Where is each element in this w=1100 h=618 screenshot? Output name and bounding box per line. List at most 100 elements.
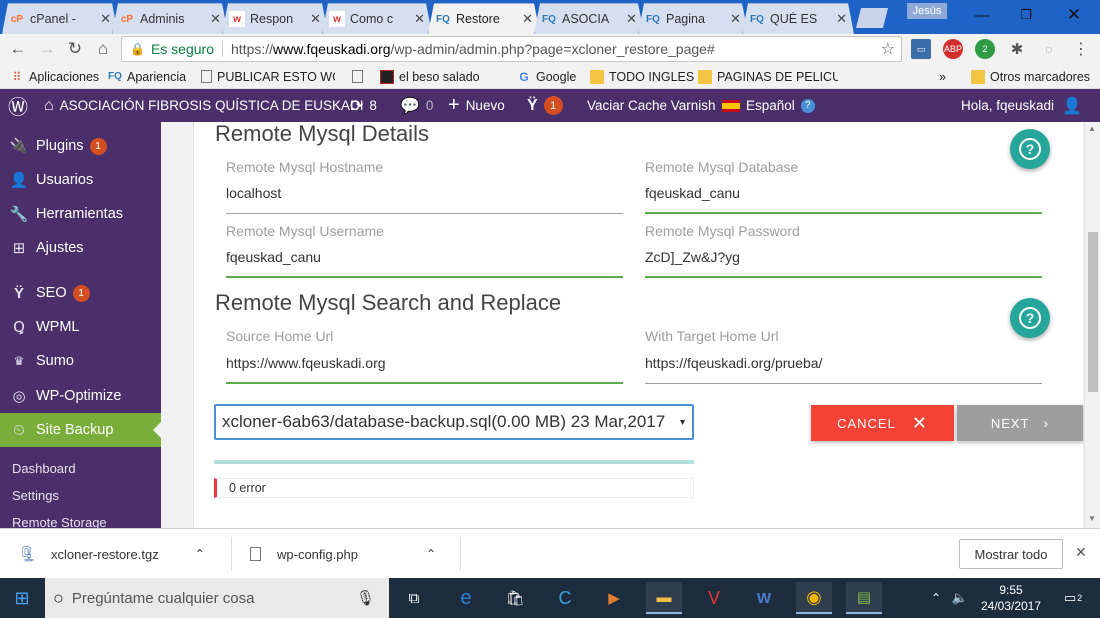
file-explorer-icon[interactable]: ▬: [646, 582, 682, 614]
tab-pagina[interactable]: FQ Pagina ✕: [638, 3, 748, 34]
sidebar-item-ajustes[interactable]: ⊞ Ajustes: [0, 231, 161, 265]
database-input[interactable]: fqeuskad_canu: [645, 185, 740, 201]
sidebar-item-plugins[interactable]: 🔌 Plugins 1: [0, 129, 161, 163]
sidebar-item-herramientas[interactable]: 🔧 Herramientas: [0, 197, 161, 231]
sidebar-item-usuarios[interactable]: 👤 Usuarios: [0, 163, 161, 197]
bookmark-paginas-peliculas[interactable]: PAGINAS DE PELICUL: [698, 68, 838, 85]
chrome-icon[interactable]: ◉: [796, 582, 832, 614]
start-button[interactable]: ⊞: [4, 582, 40, 614]
bookmark-publicar[interactable]: PUBLICAR ESTO WOR: [201, 68, 335, 85]
account-menu[interactable]: Hola, fqeuskadi 👤: [961, 89, 1082, 122]
extension-counter-icon[interactable]: 2: [975, 39, 995, 59]
next-button[interactable]: NEXT ›: [957, 405, 1083, 441]
notifications-icon[interactable]: ▭ 2: [1055, 582, 1091, 614]
bookmark-star-icon[interactable]: ☆: [881, 39, 895, 59]
tab-responder[interactable]: w Respon ✕: [222, 3, 328, 34]
site-name-link[interactable]: ⌂ ASOCIACIÓN FIBROSIS QUÍSTICA DE EUSKAD…: [44, 89, 363, 122]
vivaldi-icon[interactable]: V: [696, 582, 732, 614]
bookmark-todo-ingles[interactable]: TODO INGLES: [590, 68, 694, 85]
download-item-wp-config[interactable]: wp-config.php ⌃: [250, 529, 436, 579]
forward-icon[interactable]: →: [36, 38, 58, 60]
page-scrollbar[interactable]: ▲ ▼: [1084, 122, 1100, 528]
profile-chip[interactable]: Jesús: [907, 3, 947, 19]
seo-adminbar-link[interactable]: Ÿ 1: [527, 89, 563, 122]
bookmark-otros-marcadores[interactable]: Otros marcadores: [971, 68, 1090, 85]
scroll-down-icon[interactable]: ▼: [1088, 514, 1096, 523]
submenu-dashboard[interactable]: Dashboard: [12, 461, 76, 476]
chevron-up-icon[interactable]: ⌃: [195, 547, 205, 561]
show-all-downloads-button[interactable]: Mostrar todo: [959, 539, 1063, 569]
microphone-icon[interactable]: 🎙: [356, 589, 375, 607]
wordpress-logo-icon[interactable]: Ⓦ: [8, 89, 34, 122]
back-icon[interactable]: ←: [7, 38, 29, 60]
minimize-icon[interactable]: —: [962, 4, 1002, 26]
tab-que-es[interactable]: FQ QUÉ ES ✕: [742, 3, 854, 34]
chevron-up-icon[interactable]: ⌃: [426, 547, 436, 561]
volume-icon[interactable]: 🔈: [948, 582, 972, 614]
word-icon[interactable]: W: [746, 582, 782, 614]
password-input[interactable]: ZcD]_Zw&J?yg: [645, 249, 740, 265]
address-bar[interactable]: 🔒 Es seguro https://www.fqeuskadi.org/wp…: [121, 36, 902, 62]
language-switcher[interactable]: Español ?: [722, 89, 815, 122]
close-tab-icon[interactable]: ✕: [100, 11, 111, 27]
scrollbar-thumb[interactable]: [1088, 232, 1098, 392]
tab-restore[interactable]: FQ Restore ✕: [428, 3, 540, 34]
ccleaner-icon[interactable]: C: [547, 582, 583, 614]
tab-como[interactable]: w Como c ✕: [322, 3, 432, 34]
bookmark-apariencia[interactable]: FQ Apariencia: [108, 68, 186, 85]
cancel-button[interactable]: CANCEL ✕: [811, 405, 954, 441]
help-button[interactable]: ?: [1010, 129, 1050, 169]
task-view-icon[interactable]: ⧉: [396, 582, 432, 614]
submenu-settings[interactable]: Settings: [12, 488, 59, 503]
close-tab-icon[interactable]: ✕: [414, 11, 425, 27]
bug-extension-icon[interactable]: ✱: [1007, 39, 1027, 59]
reload-icon[interactable]: ↻: [64, 38, 86, 60]
close-tab-icon[interactable]: ✕: [730, 11, 741, 27]
sidebar-item-wpml[interactable]: Ꝗ WPML: [0, 310, 161, 344]
bookmark-beso-salado[interactable]: el beso salado: [380, 68, 480, 85]
close-tab-icon[interactable]: ✕: [522, 11, 533, 27]
edge-icon[interactable]: e: [448, 582, 484, 614]
close-tab-icon[interactable]: ✕: [626, 11, 637, 27]
help-button[interactable]: ?: [1010, 298, 1050, 338]
close-tab-icon[interactable]: ✕: [836, 11, 847, 27]
bookmark-google[interactable]: G Google: [517, 68, 576, 85]
scroll-up-icon[interactable]: ▲: [1088, 124, 1096, 133]
notepad-icon[interactable]: ▤: [846, 582, 882, 614]
submenu-remote-storage[interactable]: Remote Storage: [12, 515, 107, 528]
store-icon[interactable]: 🛍: [497, 582, 533, 614]
sidebar-item-sumo[interactable]: ♛ Sumo: [0, 344, 161, 378]
updates-link[interactable]: ⟳ 8: [350, 89, 377, 122]
adblock-icon[interactable]: ABP: [943, 39, 963, 59]
tab-administrar[interactable]: cP Adminis ✕: [112, 3, 228, 34]
close-tab-icon[interactable]: ✕: [310, 11, 321, 27]
media-player-icon[interactable]: ▶: [596, 582, 632, 614]
close-window-icon[interactable]: ✕: [1054, 4, 1094, 26]
bookmark-apps[interactable]: ⠿ Aplicaciones: [10, 68, 100, 85]
chevron-up-icon[interactable]: ⌃: [926, 582, 946, 614]
comments-link[interactable]: 💬 0: [400, 89, 433, 122]
taskbar-search[interactable]: ○ Pregúntame cualquier cosa 🎙: [45, 578, 389, 618]
target-url-input[interactable]: https://fqeuskadi.org/prueba/: [645, 355, 822, 371]
varnish-cache-link[interactable]: Vaciar Cache Varnish: [587, 89, 716, 122]
cast-icon[interactable]: ▭: [911, 39, 931, 59]
system-clock[interactable]: 9:55 24/03/2017: [979, 582, 1043, 614]
close-downloads-icon[interactable]: ✕: [1075, 544, 1087, 561]
hostname-input[interactable]: localhost: [226, 185, 281, 201]
bookmark-untitled[interactable]: [352, 68, 368, 85]
source-url-input[interactable]: https://www.fqeuskadi.org: [226, 355, 386, 371]
bookmarks-overflow-button[interactable]: »: [939, 68, 946, 85]
username-input[interactable]: fqeuskad_canu: [226, 249, 321, 265]
new-tab-button[interactable]: [856, 8, 888, 28]
menu-dots-icon[interactable]: ⋮: [1071, 39, 1091, 59]
circle-extension-icon[interactable]: ○: [1039, 39, 1059, 59]
tab-asociacion[interactable]: FQ ASOCIA ✕: [534, 3, 644, 34]
home-icon[interactable]: ⌂: [92, 38, 114, 60]
restore-window-icon[interactable]: ❐: [1006, 4, 1046, 26]
download-item-xcloner[interactable]: 🗜 xcloner-restore.tgz ⌃: [18, 529, 205, 579]
backup-file-select[interactable]: xcloner-6ab63/database-backup.sql(0.00 M…: [214, 404, 694, 440]
close-tab-icon[interactable]: ✕: [210, 11, 221, 27]
sidebar-item-wp-optimize[interactable]: ◎ WP-Optimize: [0, 379, 161, 413]
sidebar-item-seo[interactable]: Ÿ SEO 1: [0, 276, 161, 310]
sidebar-item-site-backup[interactable]: ⏲ Site Backup: [0, 413, 161, 447]
